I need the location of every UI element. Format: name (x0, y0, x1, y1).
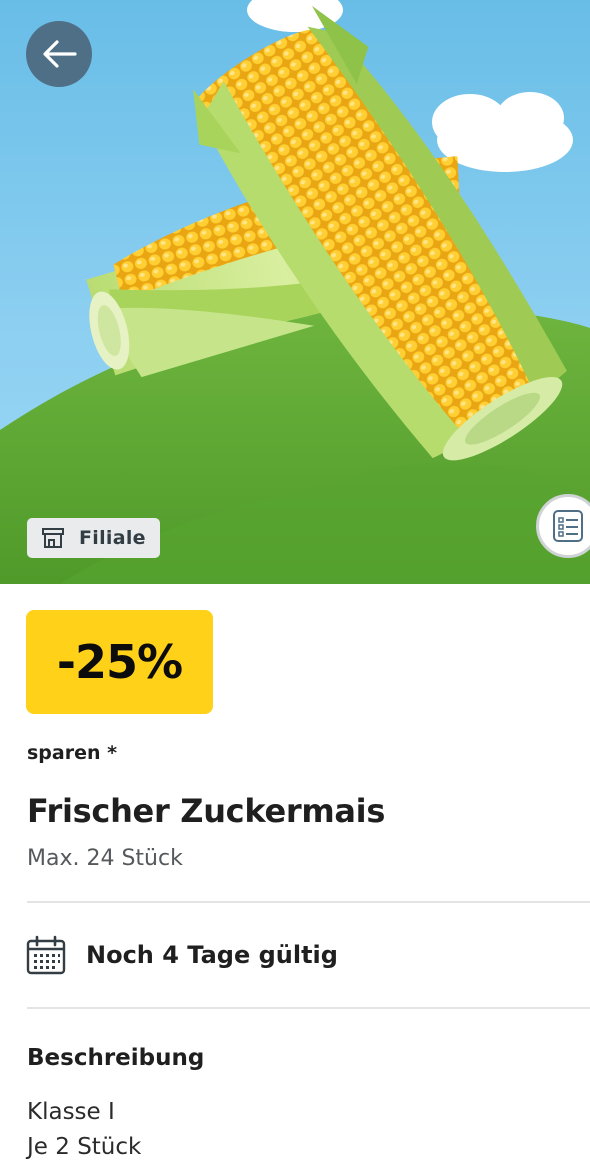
discount-badge: -25% (26, 610, 213, 714)
shopping-list-icon (553, 510, 583, 542)
max-quantity: Max. 24 Stück (27, 846, 183, 871)
validity-text: Noch 4 Tage gültig (86, 941, 338, 969)
divider (27, 901, 590, 903)
back-button[interactable] (26, 21, 92, 87)
discount-value: -25% (56, 635, 183, 689)
description-line: Je 2 Stück (27, 1134, 142, 1160)
corn-illustration (0, 0, 590, 584)
validity-row: Noch 4 Tage gültig (26, 935, 338, 975)
store-badge: Filiale (27, 518, 160, 558)
arrow-left-icon (43, 40, 77, 68)
store-icon (42, 528, 64, 548)
divider (27, 1007, 590, 1009)
calendar-icon (26, 935, 66, 975)
product-detail-screen: Filiale -25% sparen * Frischer Zuckermai… (0, 0, 590, 1168)
store-badge-label: Filiale (79, 527, 146, 549)
product-title: Frischer Zuckermais (27, 792, 386, 830)
product-image: Filiale (0, 0, 590, 584)
description-heading: Beschreibung (27, 1045, 205, 1071)
save-label: sparen * (27, 742, 118, 764)
description-line: Klasse I (27, 1099, 115, 1125)
